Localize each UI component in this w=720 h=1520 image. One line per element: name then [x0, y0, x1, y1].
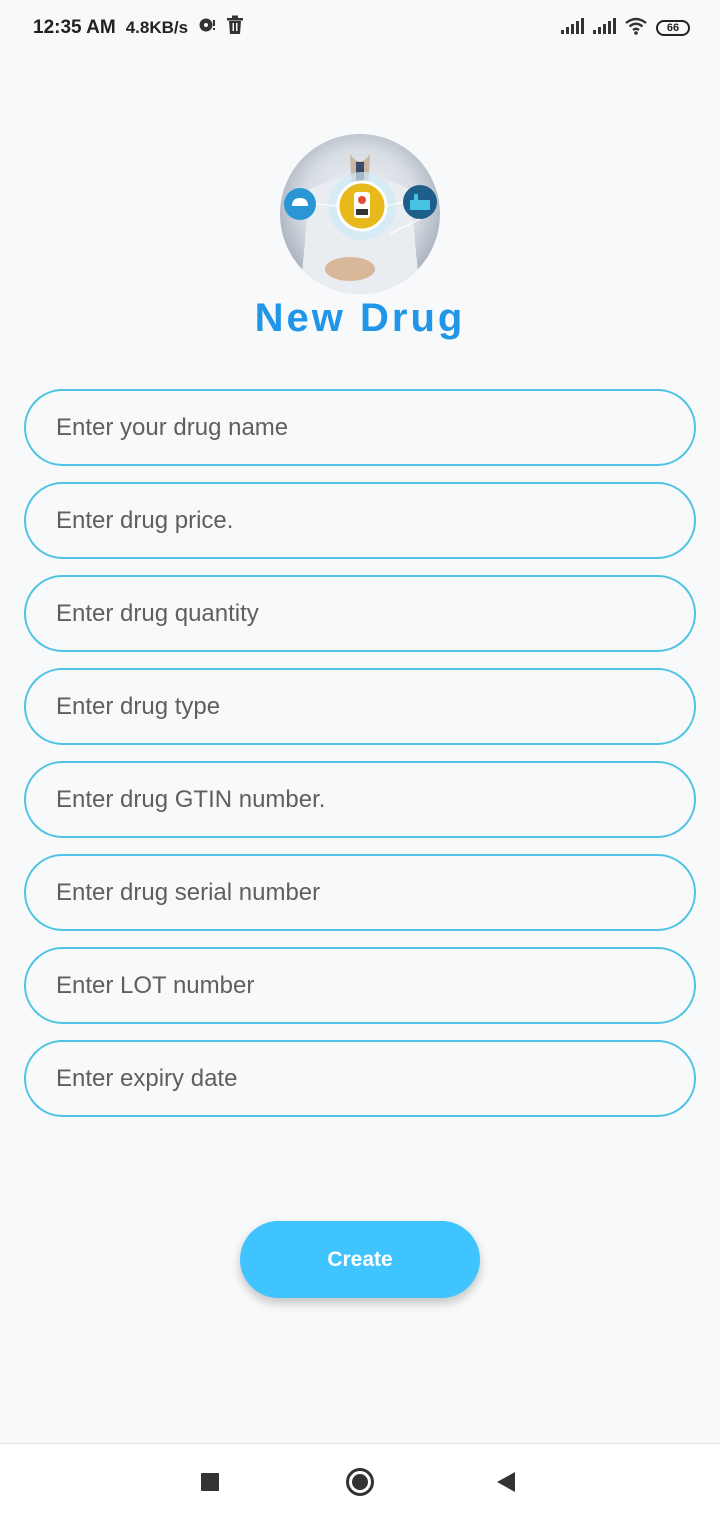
status-right: 66	[560, 17, 690, 40]
drug-serial-field[interactable]	[24, 854, 696, 931]
drug-gtin-field[interactable]	[24, 761, 696, 838]
status-left: 12:35 AM 4.8KB/s	[33, 15, 244, 41]
new-drug-form	[24, 389, 696, 1133]
drug-name-field[interactable]	[24, 389, 696, 466]
battery-icon: 66	[656, 20, 690, 36]
header: New Drug	[0, 134, 720, 341]
square-icon	[201, 1473, 219, 1491]
recents-button[interactable]	[190, 1462, 230, 1502]
expiry-date-field[interactable]	[24, 1040, 696, 1117]
lot-number-field[interactable]	[24, 947, 696, 1024]
doctor-pharma-avatar	[280, 134, 440, 294]
drug-type-field[interactable]	[24, 668, 696, 745]
wifi-icon	[624, 17, 648, 40]
trash-icon	[226, 15, 244, 41]
back-button[interactable]	[486, 1462, 526, 1502]
triangle-back-icon	[497, 1472, 515, 1492]
network-speed: 4.8KB/s	[125, 18, 189, 37]
circle-icon	[346, 1468, 374, 1496]
drug-quantity-field[interactable]	[24, 575, 696, 652]
signal-icon	[560, 17, 584, 40]
drug-price-field[interactable]	[24, 482, 696, 559]
signal-icon	[592, 17, 616, 40]
navigation-bar	[0, 1443, 720, 1520]
page-title: New Drug	[254, 296, 466, 340]
disc-alert-icon	[198, 16, 216, 40]
status-time: 12:35 AM	[33, 17, 116, 38]
status-bar: 12:35 AM 4.8KB/s 66	[0, 0, 720, 56]
create-button[interactable]: Create	[240, 1221, 480, 1298]
home-button[interactable]	[340, 1462, 380, 1502]
